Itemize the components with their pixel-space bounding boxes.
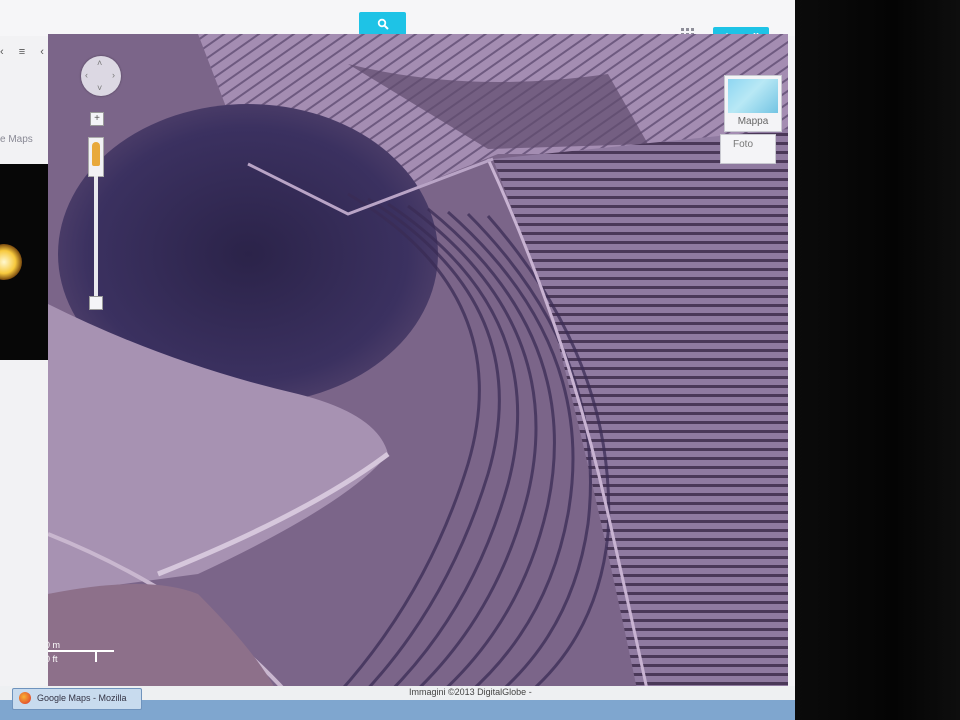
taskbar-item-browser[interactable]: Google Maps - Mozilla	[12, 688, 142, 710]
photos-label: Foto	[733, 139, 754, 150]
map-preview-thumbnail	[728, 79, 778, 113]
browser-screen: Accedi ‹ ≡ ‹ e Maps	[0, 0, 795, 720]
left-side-panel: ‹ ≡ ‹ e Maps	[0, 36, 50, 720]
photos-button[interactable]: Foto	[720, 134, 776, 164]
pan-up-icon[interactable]: ˄	[97, 59, 102, 68]
top-bar: Accedi	[0, 0, 795, 49]
scale-metric-label: 20 m	[48, 640, 61, 650]
satellite-imagery	[48, 34, 788, 694]
zoom-in-button[interactable]: +	[90, 112, 104, 126]
pan-down-icon[interactable]: ˅	[97, 84, 102, 93]
pan-right-icon[interactable]: ›	[112, 71, 115, 80]
scale-tick-right	[95, 650, 97, 662]
street-view-pegman-icon[interactable]	[88, 137, 104, 177]
left-photo-thumbnail[interactable]	[0, 164, 50, 360]
scale-imperial-label: 50 ft	[48, 654, 58, 664]
map-type-toggle[interactable]: Mappa	[724, 75, 782, 132]
monitor-bezel	[795, 0, 960, 720]
pan-control[interactable]: ˄ ‹ › ˅	[81, 56, 121, 96]
satellite-map[interactable]: ˄ ‹ › ˅ + Mappa Foto 20 m 50 ft	[48, 34, 788, 694]
imagery-attribution[interactable]: Immagini ©2013 DigitalGlobe -	[409, 687, 532, 697]
taskbar-item-label: Google Maps - Mozilla	[37, 693, 127, 703]
scale-bar	[48, 650, 114, 652]
map-type-label: Mappa	[737, 116, 769, 127]
sun-image	[0, 244, 22, 280]
map-scale: 20 m 50 ft	[48, 640, 120, 664]
maps-link-fragment[interactable]: e Maps	[0, 134, 33, 145]
left-toolbar-icons: ‹ ≡ ‹	[0, 46, 50, 58]
search-icon	[377, 18, 389, 30]
zoom-slider[interactable]	[94, 176, 98, 301]
search-button[interactable]	[359, 12, 406, 35]
firefox-icon	[19, 692, 31, 704]
pan-left-icon[interactable]: ‹	[85, 71, 88, 80]
zoom-out-button[interactable]	[89, 296, 103, 310]
